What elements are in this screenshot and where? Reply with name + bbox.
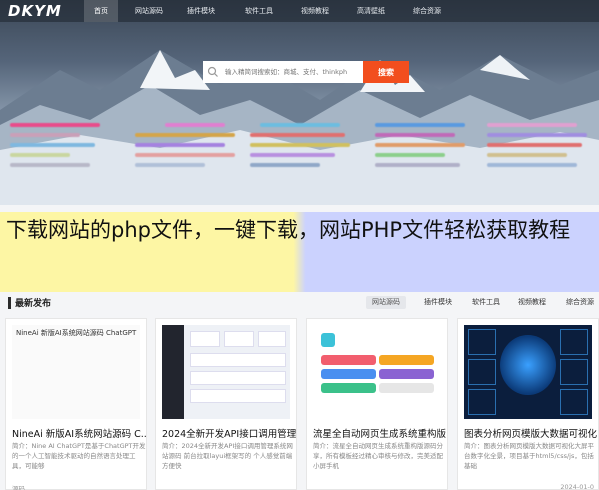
category-block[interactable] — [135, 123, 240, 173]
tab-video[interactable]: 视频教程 — [512, 296, 552, 309]
resource-card[interactable]: NineAi 新版AI系统网站源码 ChatGPT NineAi 新版AI系统网… — [5, 318, 147, 490]
page-title: 下载网站的php文件，一键下载，网站PHP文件轻松获取教程 — [6, 218, 571, 242]
nav-misc[interactable]: 综合资源 — [406, 0, 448, 22]
card-date: 2024-01-0 — [560, 483, 594, 490]
tab-software[interactable]: 软件工具 — [466, 296, 506, 309]
card-title[interactable]: NineAi 新版AI系统网站源码 C... — [12, 426, 146, 440]
card-thumbnail[interactable] — [313, 325, 441, 419]
nav-home[interactable]: 首页 — [84, 0, 118, 22]
mountain-background — [0, 50, 599, 205]
card-description: 简介：Nine AI ChatGPT是基于ChatGPT开发的一个人工智能技术驱… — [12, 442, 146, 470]
card-thumbnail[interactable] — [162, 325, 290, 419]
card-title[interactable]: 图表分析网页模版大数据可视化... — [464, 426, 598, 440]
card-description: 简介：图表分析网页模版大数据可视化大屏平台数字化全景，项目基于html5/css… — [464, 442, 594, 470]
resource-card[interactable]: 2024全新开发API接口调用管理... 简介：2024全新开发API接口调用管… — [155, 318, 297, 490]
section-bar — [0, 292, 599, 316]
category-block[interactable] — [487, 123, 592, 173]
tab-plugins[interactable]: 插件模块 — [418, 296, 458, 309]
card-description: 简介：2024全新开发API接口调用管理系统网站源码 前台拉取layui框架写的… — [162, 442, 293, 470]
tab-misc[interactable]: 综合资源 — [560, 296, 599, 309]
card-thumbnail[interactable] — [464, 325, 592, 419]
category-block[interactable] — [250, 123, 355, 173]
nav-software[interactable]: 软件工具 — [238, 0, 280, 22]
site-logo[interactable]: DKYM — [8, 2, 62, 20]
tab-site-source[interactable]: 网站源码 — [366, 296, 406, 309]
hero-banner — [0, 0, 599, 205]
thumb-title: NineAi 新版AI系统网站源码 ChatGPT — [16, 329, 137, 337]
nav-video[interactable]: 视频教程 — [294, 0, 336, 22]
card-category[interactable]: 源码 — [12, 483, 142, 490]
nav-plugins[interactable]: 插件模块 — [180, 0, 222, 22]
search-button[interactable]: 搜索 — [363, 61, 409, 83]
card-description: 简介：流星全自动网页生成系统重构版源码分享，所有模板经过精心审核与修改，完美适配… — [313, 442, 443, 470]
top-navigation: DKYM 首页 网站源码 插件模块 软件工具 视频教程 高清壁纸 综合资源 — [0, 0, 599, 22]
card-title[interactable]: 2024全新开发API接口调用管理... — [162, 426, 296, 440]
section-title: 最新发布 — [15, 299, 52, 309]
search-icon — [207, 66, 218, 77]
section-marker — [8, 297, 11, 309]
nav-site-source[interactable]: 网站源码 — [128, 0, 170, 22]
category-block[interactable] — [10, 123, 105, 173]
card-title[interactable]: 流星全自动网页生成系统重构版... — [313, 426, 447, 440]
nav-wallpaper[interactable]: 高清壁纸 — [350, 0, 392, 22]
search-input[interactable] — [203, 61, 363, 83]
category-block[interactable] — [375, 123, 470, 173]
card-thumbnail[interactable]: NineAi 新版AI系统网站源码 ChatGPT — [12, 325, 140, 419]
resource-card[interactable]: 流星全自动网页生成系统重构版... 简介：流星全自动网页生成系统重构版源码分享，… — [306, 318, 448, 490]
resource-card[interactable]: 图表分析网页模版大数据可视化... 简介：图表分析网页模版大数据可视化大屏平台数… — [457, 318, 599, 490]
